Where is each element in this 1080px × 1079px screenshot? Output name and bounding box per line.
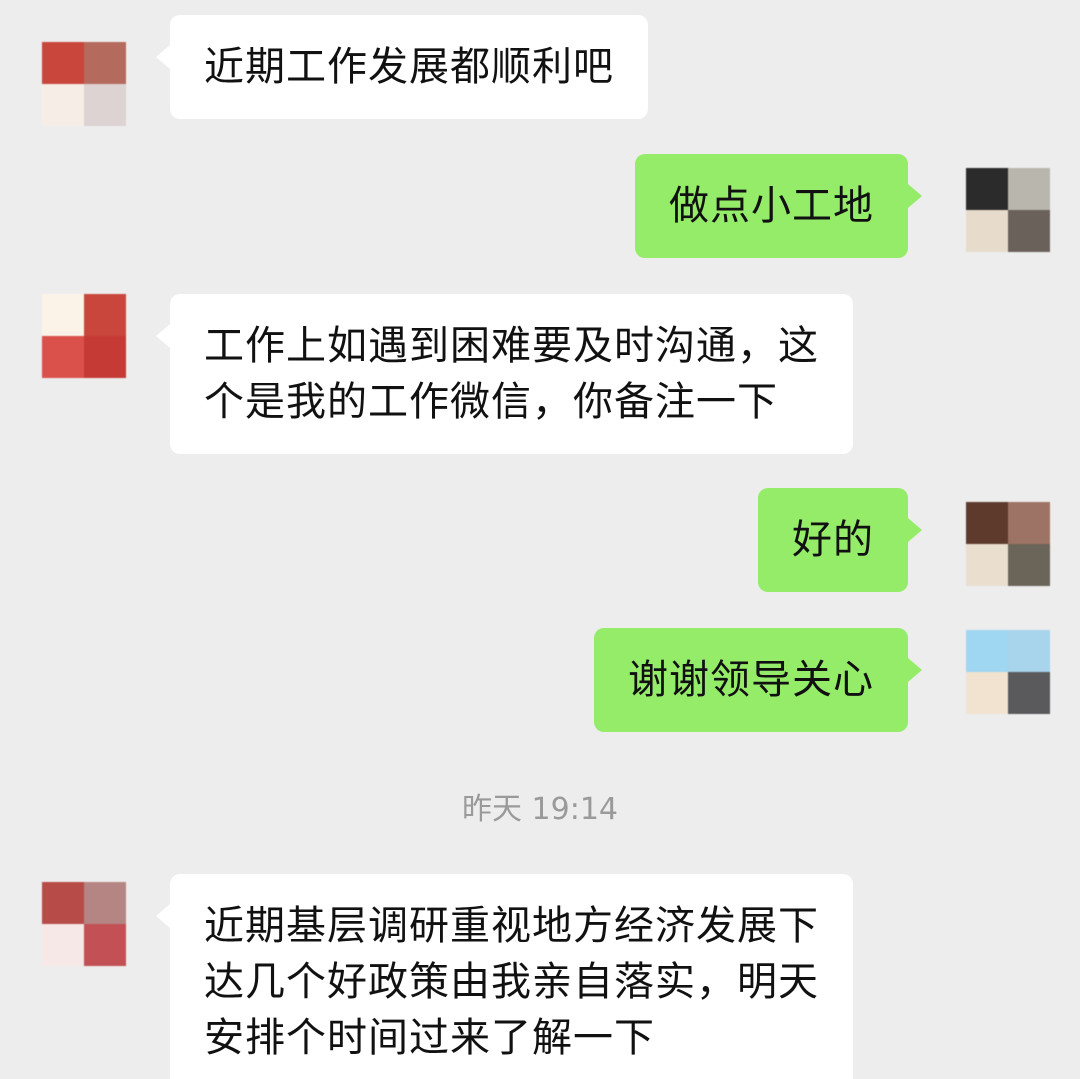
- message-bubble-incoming[interactable]: 近期基层调研重视地方经济发展下 达几个好政策由我亲自落实，明天 安排个时间过来了…: [156, 874, 853, 1079]
- message-text: 做点小工地: [669, 183, 874, 229]
- message-bubble-incoming[interactable]: 工作上如遇到困难要及时沟通，这 个是我的工作微信，你备注一下: [156, 294, 853, 454]
- user-avatar[interactable]: [966, 502, 1050, 586]
- contact-avatar[interactable]: [42, 882, 126, 966]
- user-avatar[interactable]: [966, 168, 1050, 252]
- message-text: 好的: [792, 517, 874, 563]
- message-bubble-outgoing[interactable]: 做点小工地: [635, 154, 922, 258]
- message-text: 近期基层调研重视地方经济发展下 达几个好政策由我亲自落实，明天 安排个时间过来了…: [204, 903, 819, 1061]
- chat-window: 近期工作发展都顺利吧 做点小工地 工作上如遇到困难要及时沟通，这 个是我的工作微…: [0, 0, 1080, 1079]
- message-timestamp: 昨天 19:14: [462, 792, 618, 827]
- message-bubble-outgoing[interactable]: 谢谢领导关心: [594, 628, 922, 732]
- contact-avatar[interactable]: [42, 294, 126, 378]
- message-text: 工作上如遇到困难要及时沟通，这 个是我的工作微信，你备注一下: [204, 323, 819, 425]
- user-avatar[interactable]: [966, 630, 1050, 714]
- message-text: 近期工作发展都顺利吧: [204, 44, 614, 90]
- message-bubble-outgoing[interactable]: 好的: [758, 488, 922, 592]
- contact-avatar[interactable]: [42, 42, 126, 126]
- message-bubble-incoming[interactable]: 近期工作发展都顺利吧: [156, 15, 648, 119]
- message-text: 谢谢领导关心: [628, 657, 874, 703]
